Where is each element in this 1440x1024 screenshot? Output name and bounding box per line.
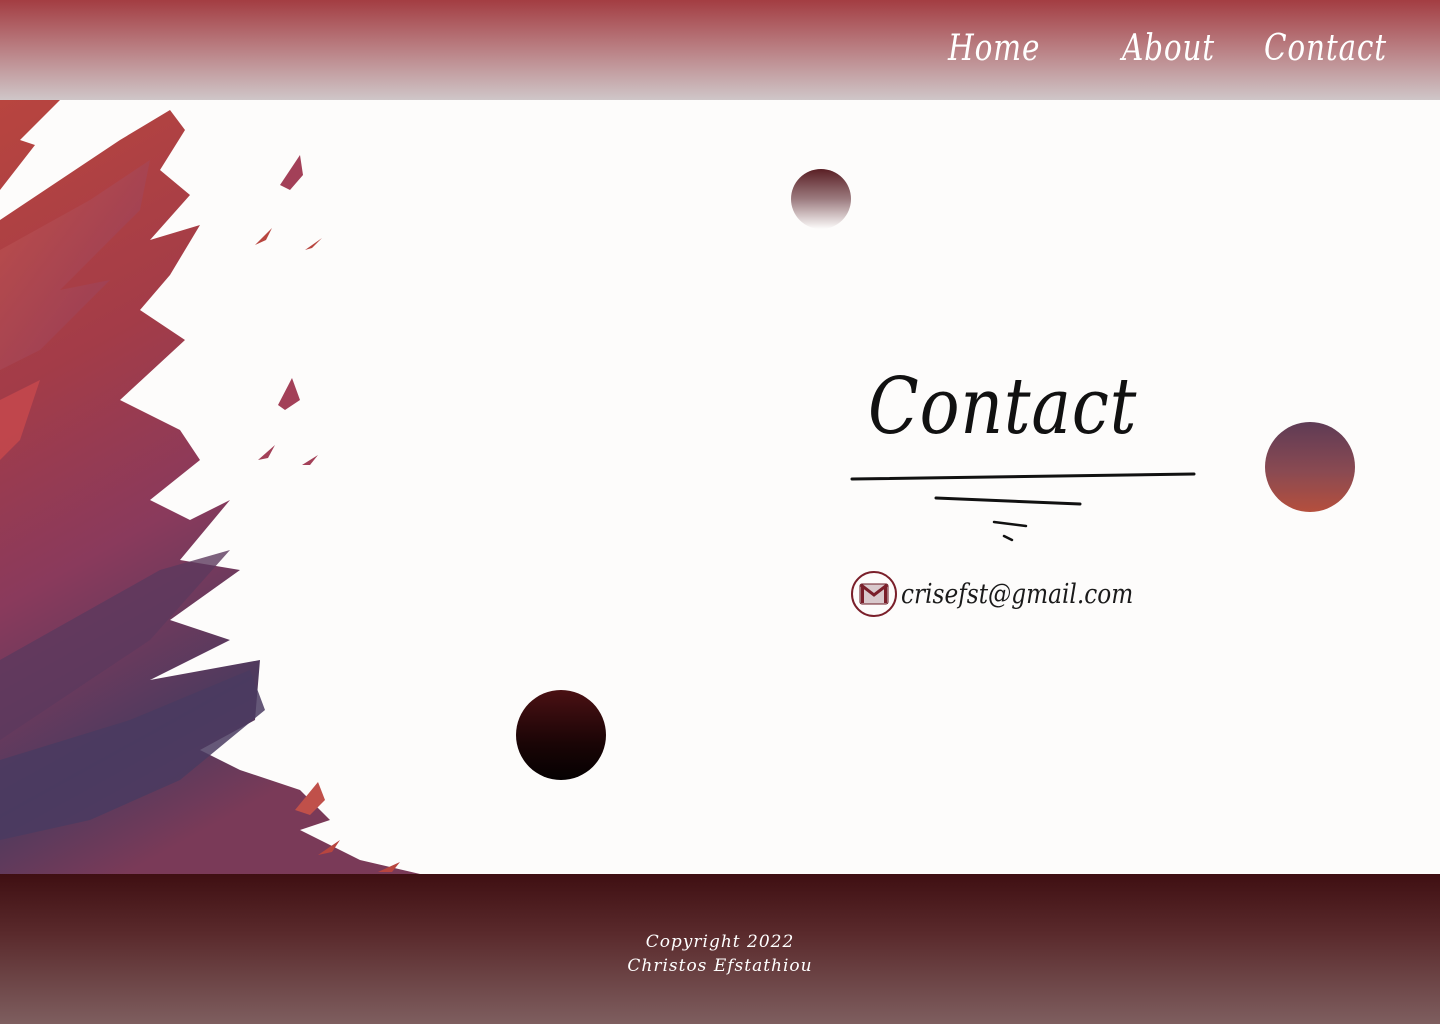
email-address: crisefst@gmail.com xyxy=(901,578,1134,610)
email-link[interactable]: crisefst@gmail.com xyxy=(851,569,1171,619)
nav-home-link[interactable]: Home xyxy=(948,28,1040,69)
nav-about-link[interactable]: About xyxy=(1122,28,1215,69)
copyright-text: Copyright 2022 xyxy=(645,932,795,952)
author-name: Christos Efstathiou xyxy=(627,956,813,976)
decorative-circle-bottom xyxy=(516,690,606,780)
main-content: Contact crisefst@gmail.com xyxy=(0,100,1440,874)
site-header: Home About Contact xyxy=(0,0,1440,100)
mail-icon xyxy=(851,571,897,617)
page-title: Contact xyxy=(868,362,1138,452)
decorative-circle-top xyxy=(791,169,851,229)
title-underline-decoration xyxy=(850,472,1196,542)
paint-brush-stroke-art xyxy=(0,100,420,874)
decorative-circle-right xyxy=(1265,422,1355,512)
site-footer: Copyright 2022 Christos Efstathiou xyxy=(0,874,1440,1024)
nav-contact-link[interactable]: Contact xyxy=(1264,28,1387,69)
